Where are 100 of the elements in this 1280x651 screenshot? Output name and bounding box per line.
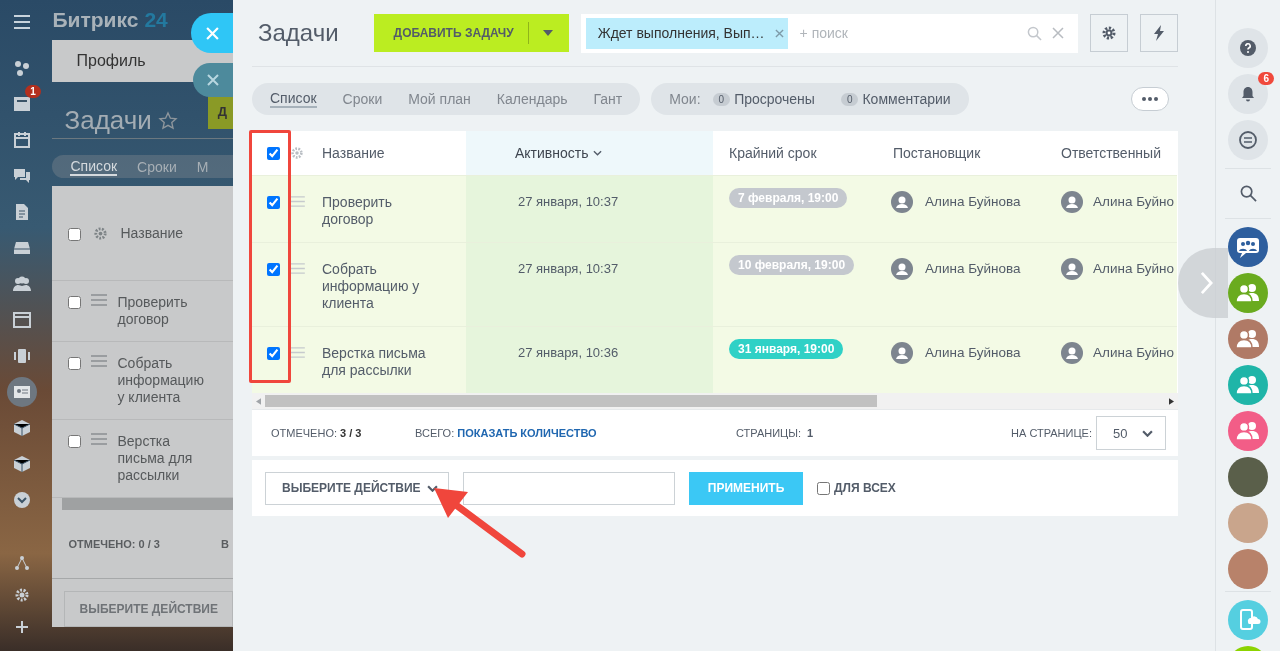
caret-icon[interactable] [542, 30, 553, 36]
help-button[interactable] [1228, 28, 1268, 68]
drag-handle-icon[interactable] [290, 347, 305, 358]
expand-icon[interactable] [13, 491, 32, 509]
contact-card-icon[interactable] [7, 377, 38, 407]
user-avatar[interactable] [1228, 457, 1268, 497]
row-checkbox[interactable] [68, 435, 82, 448]
page-title: Задачи [64, 105, 152, 137]
row-checkbox[interactable] [68, 357, 82, 370]
phone-icon[interactable] [13, 347, 32, 365]
team-chat-icon[interactable] [1228, 273, 1268, 313]
counter-badge: 1 [25, 85, 41, 98]
counter-filter[interactable]: 0 Комментарии [840, 91, 951, 107]
close-button[interactable] [193, 63, 233, 97]
column-header[interactable]: Крайний срок [729, 145, 817, 161]
team-chat-icon[interactable] [1228, 365, 1268, 405]
window-icon[interactable] [13, 311, 32, 329]
help-icon [1240, 40, 1256, 56]
column-header[interactable]: Ответственный [1061, 145, 1161, 161]
column-header[interactable]: Постановщик [893, 145, 981, 161]
scroll-right-icon[interactable] [1169, 397, 1174, 405]
team-chat-icon[interactable] [1228, 319, 1268, 359]
close-button[interactable] [191, 13, 233, 53]
view-tab[interactable]: Календарь [496, 91, 568, 107]
drag-handle-icon[interactable] [91, 294, 108, 306]
sitemap-icon[interactable] [14, 555, 31, 571]
settings-icon [1100, 25, 1117, 41]
row-checkbox[interactable] [68, 296, 82, 309]
user-name[interactable]: Алина Буйно [1093, 342, 1174, 360]
counter-filter[interactable]: 0 Просрочены [712, 91, 815, 107]
settings-icon[interactable] [290, 146, 304, 160]
action-select[interactable]: ВЫБЕРИТЕ ДЕЙСТВИЕ [265, 471, 449, 505]
logo: Битрикс 24 [52, 7, 169, 34]
column-header[interactable]: Название [322, 145, 385, 161]
avatar-icon [1061, 191, 1083, 213]
show-count-link[interactable]: ПОКАЗАТЬ КОЛИЧЕСТВО [457, 427, 597, 439]
activity-date: 27 января, 10:37 [518, 261, 619, 276]
per-page-select[interactable]: 50 [1096, 416, 1166, 450]
add-icon[interactable] [14, 619, 31, 635]
action-input-field[interactable] [463, 471, 675, 505]
search-field[interactable]: Ждет выполнения, Вып… + поиск [580, 13, 1078, 53]
select-all-checkbox[interactable] [267, 146, 280, 160]
chevron-down-icon [1142, 429, 1153, 437]
close-icon [206, 74, 219, 86]
settings-button[interactable] [1089, 14, 1128, 52]
avatar-icon [1061, 342, 1083, 364]
remove-icon[interactable] [774, 28, 784, 38]
user-name[interactable]: Алина Буйно [1093, 191, 1174, 209]
people-icon[interactable] [12, 275, 33, 293]
drag-handle-icon[interactable] [290, 263, 305, 274]
star-icon[interactable] [157, 110, 178, 131]
checked-count: ОТМЕЧЕНО: 3 / 3 [271, 427, 363, 439]
pages-count: СТРАНИЦЫ: 1 [736, 427, 815, 439]
user-name[interactable]: Алина Буйнова [925, 191, 1021, 209]
settings-icon[interactable] [93, 225, 109, 241]
view-tab[interactable]: Список [70, 157, 118, 176]
user-name[interactable]: Алина Буйно [1093, 258, 1174, 276]
row-checkbox[interactable] [266, 196, 280, 209]
filter-tag[interactable]: Ждет выполнения, Вып… [585, 17, 788, 49]
search-icon[interactable] [1239, 185, 1257, 202]
lightning-button[interactable] [1139, 14, 1178, 52]
avatar-icon [891, 258, 913, 280]
cube-icon[interactable] [13, 419, 32, 437]
drive-icon[interactable] [13, 239, 32, 257]
cube-icon[interactable] [13, 455, 32, 473]
scrollbar-thumb[interactable] [265, 395, 877, 407]
notifications-button[interactable] [1228, 74, 1268, 114]
column-header[interactable]: Название [120, 224, 211, 242]
column-header[interactable]: Активность [515, 145, 589, 161]
row-checkbox[interactable] [266, 263, 280, 276]
sort-caret-icon[interactable] [592, 150, 602, 156]
user-avatar[interactable] [1228, 549, 1268, 589]
for-all-label[interactable]: ДЛЯ ВСЕХ [834, 481, 896, 495]
task-title[interactable]: Проверить договор [117, 294, 208, 328]
chat-icon[interactable] [13, 167, 32, 185]
network-icon[interactable] [13, 59, 32, 77]
task-title[interactable]: Собрать информацию у клиента [117, 355, 208, 406]
team-chat-icon[interactable] [1228, 411, 1268, 451]
bell-icon [1240, 86, 1256, 102]
view-tab[interactable]: Сроки [342, 91, 383, 107]
menu-icon[interactable] [12, 12, 33, 32]
user-name[interactable]: Алина Буйнова [925, 342, 1021, 360]
messages-button[interactable] [1228, 120, 1268, 160]
view-tab[interactable]: Список [270, 90, 317, 108]
news-icon[interactable] [13, 95, 32, 113]
select-all-checkbox[interactable] [68, 227, 82, 241]
calendar-icon[interactable] [13, 131, 32, 149]
user-name[interactable]: Алина Буйнова [925, 258, 1021, 276]
add-task-button[interactable]: ДОБАВИТЬ ЗАДАЧУ [373, 14, 569, 52]
scrollbar[interactable] [62, 498, 233, 510]
drag-handle-icon[interactable] [91, 355, 108, 367]
task-title[interactable]: Верстка письма для рассылки [117, 433, 208, 484]
settings-icon[interactable] [14, 587, 31, 603]
view-tab[interactable]: Мой план [408, 91, 471, 107]
row-checkbox[interactable] [266, 347, 280, 360]
drag-handle-icon[interactable] [91, 433, 108, 445]
drag-handle-icon[interactable] [290, 196, 305, 207]
more-button[interactable] [1131, 87, 1169, 111]
group-chat-icon[interactable] [1228, 227, 1268, 267]
for-all-checkbox[interactable] [817, 481, 830, 495]
